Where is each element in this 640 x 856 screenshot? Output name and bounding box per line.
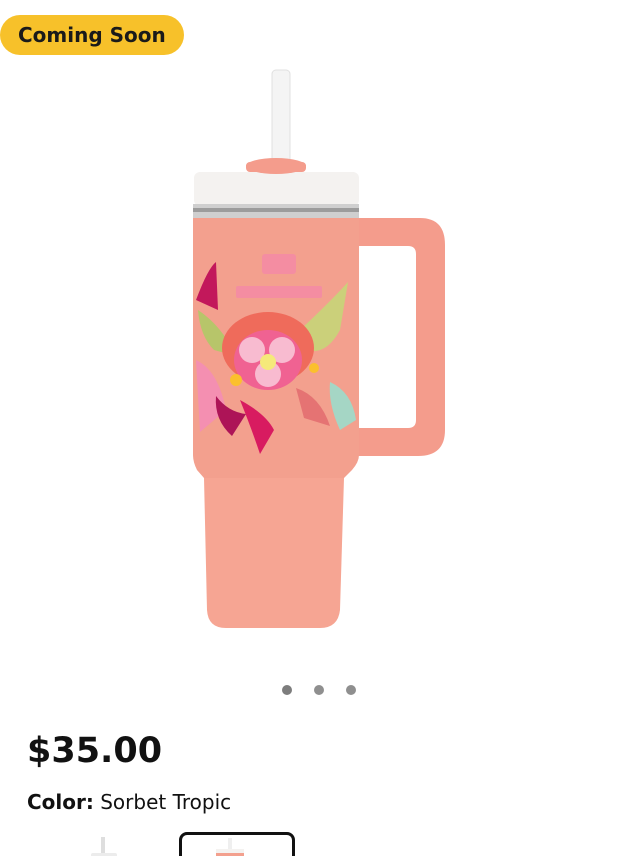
color-selection-label: Color: Sorbet Tropic — [27, 789, 231, 815]
carousel-pagination — [0, 683, 640, 697]
sorbet-tumbler-thumbnail — [216, 838, 244, 856]
color-label: Color: — [27, 790, 94, 814]
carousel-dot-2[interactable] — [314, 685, 324, 695]
tumbler-product-image — [193, 69, 445, 628]
sorbet-tropic-variant-swatch[interactable] — [179, 832, 295, 856]
coming-soon-badge: Coming Soon — [0, 15, 184, 55]
color-value: Sorbet Tropic — [100, 790, 232, 814]
product-page: Coming Soon $35.00 Color: Sorbet Tropic — [0, 0, 640, 856]
white-tumbler-thumbnail — [91, 837, 117, 856]
carousel-dot-1[interactable] — [282, 685, 292, 695]
product-image-gallery[interactable] — [0, 60, 640, 660]
product-price: $35.00 — [27, 731, 163, 771]
white-variant-swatch[interactable] — [60, 832, 176, 856]
carousel-dot-3[interactable] — [346, 685, 356, 695]
